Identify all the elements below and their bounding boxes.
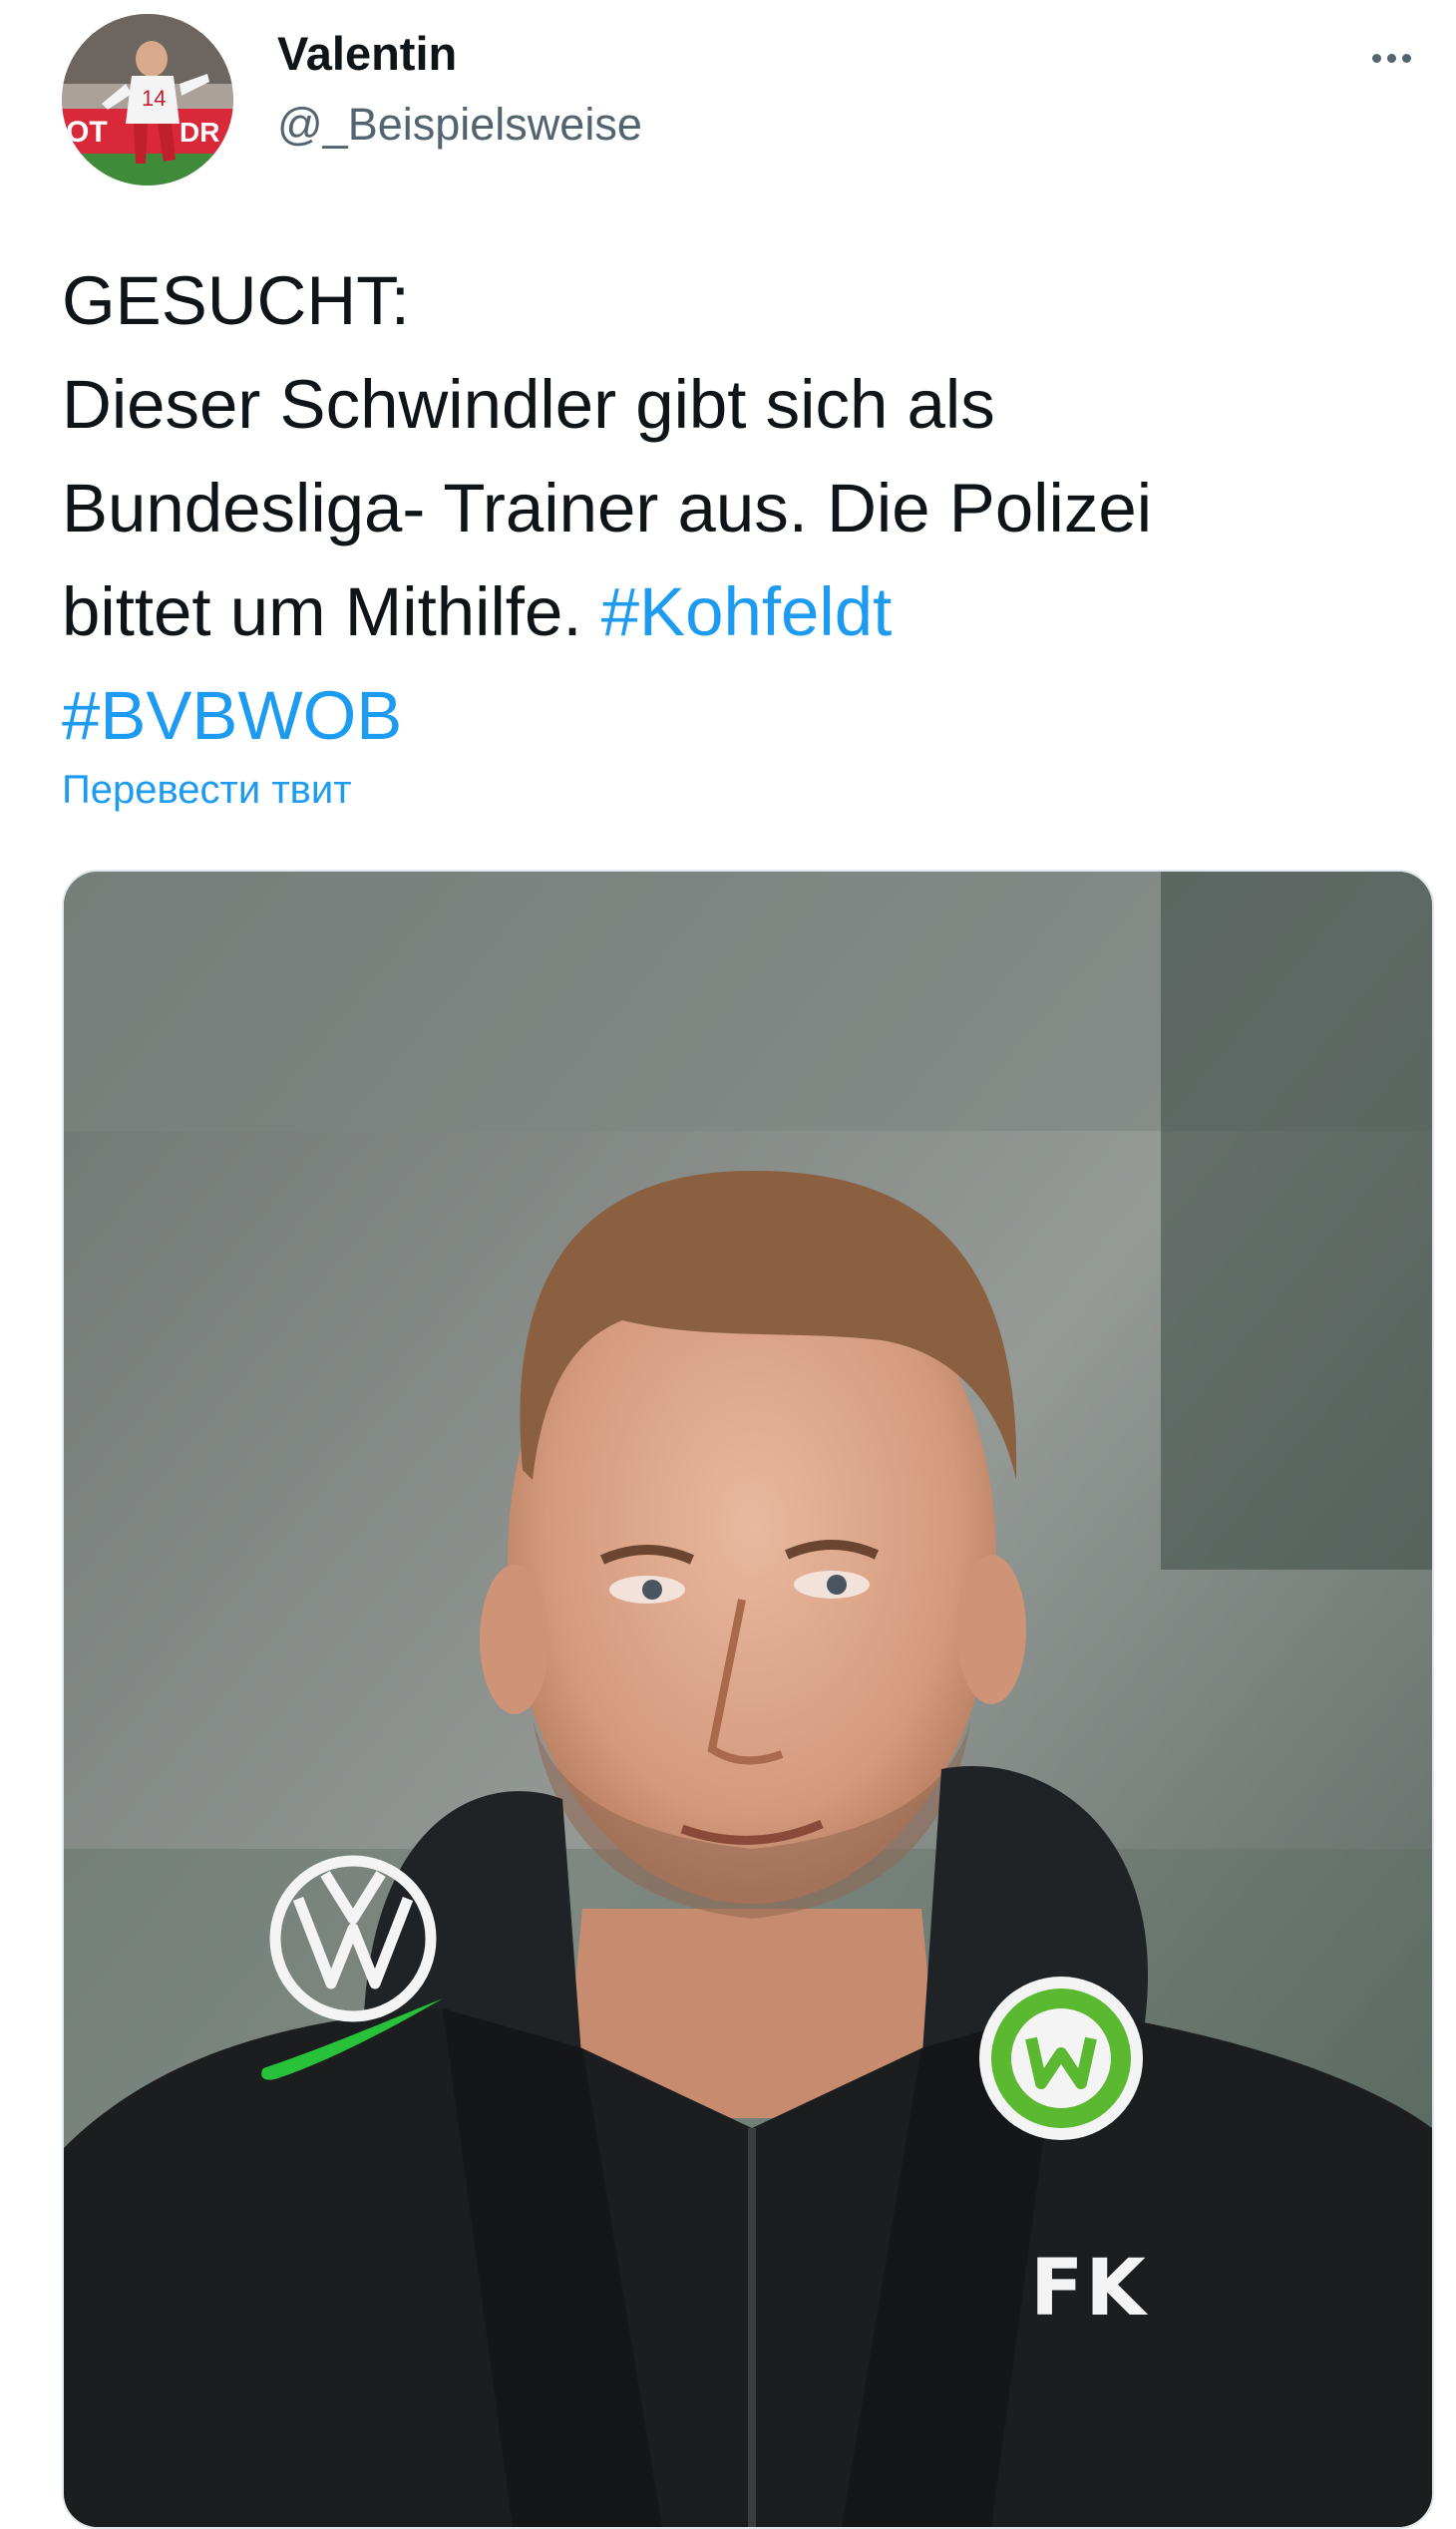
tweet-text-line: Bundesliga- Trainer aus. Die Polizei	[62, 470, 1153, 546]
more-horizontal-icon	[1369, 53, 1414, 63]
footballer-avatar-icon: OT DR 14	[62, 14, 233, 185]
coach-photo-icon	[64, 872, 1432, 2527]
tweet-text-segment: bittet um Mithilfe.	[62, 573, 601, 650]
tweet-text: GESUCHT: Dieser Schwindler gibt sich als…	[62, 249, 1428, 768]
jacket-initials: FK	[1030, 2244, 1148, 2334]
hashtag-kohfeldt-link[interactable]: #Kohfeldt	[601, 573, 893, 650]
translate-tweet-link[interactable]: Перевести твит	[62, 768, 352, 813]
tweet-text-line: #BVBWOB	[62, 664, 1428, 768]
tweet-text-line: GESUCHT:	[62, 262, 410, 339]
svg-text:14: 14	[142, 86, 166, 111]
tweet: OT DR 14 Valentin @_Beispielsweise GESUC…	[0, 0, 1456, 2529]
author-display-name[interactable]: Valentin	[277, 28, 457, 80]
author-avatar[interactable]: OT DR 14	[62, 14, 233, 185]
tweet-text-line: bittet um Mithilfe. #Kohfeldt	[62, 560, 1428, 664]
tweet-photo[interactable]	[62, 870, 1434, 2529]
svg-text:DR: DR	[180, 117, 219, 148]
hashtag-bvbwob-link[interactable]: #BVBWOB	[62, 677, 402, 754]
svg-text:OT: OT	[66, 116, 108, 149]
tweet-text-line: Dieser Schwindler gibt sich als	[62, 366, 995, 443]
more-options-button[interactable]	[1356, 36, 1426, 80]
author-handle[interactable]: @_Beispielsweise	[277, 100, 642, 150]
